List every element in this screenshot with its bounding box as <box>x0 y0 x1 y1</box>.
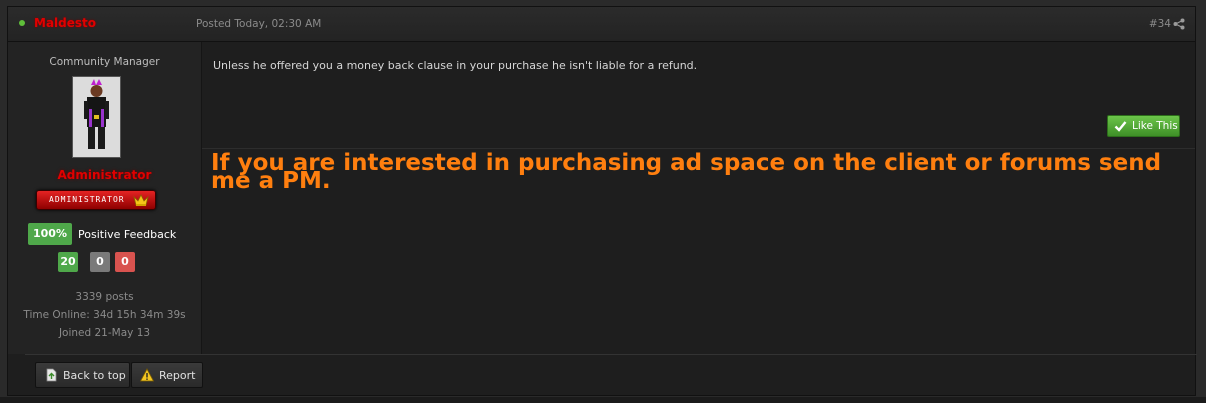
share-icon[interactable] <box>1173 18 1185 30</box>
like-button[interactable]: Like This <box>1107 115 1180 137</box>
post-timestamp: Posted Today, 02:30 AM <box>196 18 322 30</box>
feedback-negative-count: 0 <box>115 252 135 272</box>
page-bottom-strip <box>0 397 1206 403</box>
report-button[interactable]: Report <box>131 362 203 388</box>
like-button-label: Like This <box>1132 120 1178 132</box>
author-username[interactable]: Maldesto <box>34 16 96 30</box>
post-count: 3339 posts <box>75 291 134 303</box>
post-header: Maldesto Posted Today, 02:30 AM #34 <box>8 7 1195 42</box>
rank-badge: ADMINISTRATOR <box>36 190 156 210</box>
signature-text: If you are interested in purchasing ad s… <box>211 150 1162 194</box>
post-content: Unless he offered you a money back claus… <box>202 42 1195 354</box>
back-to-top-button[interactable]: Back to top <box>35 362 130 388</box>
post-number-link[interactable]: #34 <box>1149 18 1171 30</box>
checkmark-icon <box>1114 121 1127 132</box>
post-body: Unless he offered you a money back claus… <box>213 59 698 72</box>
back-to-top-label: Back to top <box>63 369 126 382</box>
author-panel: Community Manager Administrator ADMINIST… <box>8 42 202 354</box>
rank-badge-label: ADMINISTRATOR <box>49 195 125 204</box>
page-icon <box>46 368 57 382</box>
feedback-label[interactable]: Positive Feedback <box>78 228 176 241</box>
forum-post: Maldesto Posted Today, 02:30 AM #34 Comm… <box>7 6 1197 396</box>
feedback-neutral-count: 0 <box>90 252 110 272</box>
author-title: Community Manager <box>49 56 160 68</box>
time-online: Time Online: 34d 15h 34m 39s <box>23 309 186 321</box>
avatar[interactable] <box>72 76 121 158</box>
signature-divider <box>202 148 1195 149</box>
warning-icon <box>140 368 154 382</box>
feedback-positive-count: 20 <box>58 252 78 272</box>
report-label: Report <box>159 369 196 382</box>
footer-divider <box>25 354 1197 355</box>
crown-icon <box>133 194 149 206</box>
feedback-percent: 100% <box>28 223 72 245</box>
author-group: Administrator <box>57 168 152 182</box>
online-status-icon <box>19 20 25 26</box>
joined-date: Joined 21-May 13 <box>58 327 151 339</box>
